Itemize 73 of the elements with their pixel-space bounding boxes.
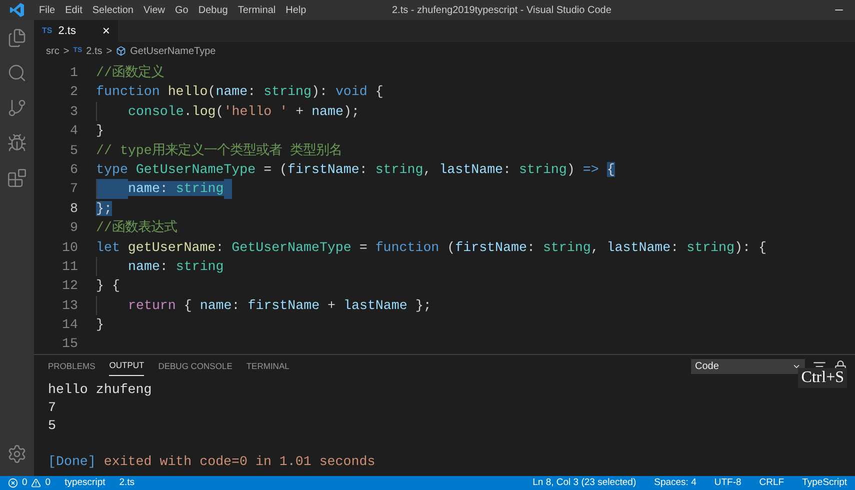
warning-count[interactable]: 0 bbox=[45, 476, 51, 490]
output-line: [Done] exited with code=0 in 1.01 seconds bbox=[48, 453, 376, 471]
branch-icon[interactable] bbox=[7, 98, 27, 118]
code-line: } bbox=[96, 316, 104, 334]
window-title: 2.ts - zhufeng2019typescript - Visual Studio Code bbox=[392, 4, 612, 18]
line-number: 9 bbox=[69, 219, 78, 238]
status-item[interactable]: UTF-8 bbox=[714, 476, 742, 490]
output-line: 7 bbox=[48, 399, 56, 417]
code-line: console.log('hello ' + name); bbox=[96, 102, 360, 122]
error-count[interactable]: 0 bbox=[22, 476, 28, 490]
menu-item[interactable]: Help bbox=[280, 2, 312, 18]
line-number: 2 bbox=[69, 83, 78, 102]
line-number: 4 bbox=[69, 122, 78, 140]
status-item[interactable]: 2.ts bbox=[119, 476, 135, 490]
panel-tab[interactable]: OUTPUT bbox=[109, 356, 144, 376]
symbol-icon bbox=[116, 46, 126, 56]
code-line: return { name: firstName + lastName }; bbox=[96, 296, 432, 316]
line-number: 6 bbox=[69, 160, 78, 179]
tab-label: 2.ts bbox=[58, 24, 76, 39]
file-type-label: TS bbox=[42, 25, 52, 37]
close-button[interactable]: × bbox=[102, 21, 110, 41]
code-line: name: string bbox=[96, 256, 224, 276]
breadcrumb-separator: > bbox=[106, 44, 112, 58]
line-number: 14 bbox=[61, 316, 78, 334]
keystroke-overlay: Ctrl+S bbox=[798, 368, 847, 388]
output-line: 5 bbox=[48, 417, 56, 435]
code-line: //函数定义 bbox=[96, 64, 164, 82]
line-number: 15 bbox=[61, 335, 78, 354]
menu-item[interactable]: Terminal bbox=[232, 2, 281, 18]
line-number: 11 bbox=[61, 258, 78, 276]
output-line: hello zhufeng bbox=[48, 381, 152, 399]
line-number: 5 bbox=[69, 142, 78, 160]
breadcrumb-separator: > bbox=[63, 44, 70, 58]
code-line: let getUserName: GetUserNameType = function (firstName: string, lastName: string): { bbox=[96, 238, 766, 257]
line-number: 12 bbox=[61, 277, 78, 296]
editor-tab[interactable]: TS 2.ts × bbox=[34, 20, 118, 42]
extensions-icon[interactable] bbox=[7, 168, 27, 188]
breadcrumb-item[interactable]: 2.ts bbox=[86, 44, 102, 58]
status-item[interactable]: Spaces: 4 bbox=[654, 476, 696, 490]
vscode-logo-icon bbox=[9, 2, 25, 18]
bug-icon[interactable] bbox=[7, 133, 27, 153]
menu-item[interactable]: File bbox=[34, 2, 60, 18]
menu-item[interactable]: View bbox=[138, 2, 170, 18]
panel-tab[interactable]: TERMINAL bbox=[246, 356, 290, 376]
files-icon[interactable] bbox=[7, 28, 27, 48]
line-number: 7 bbox=[69, 180, 78, 198]
code-line: //函数表达式 bbox=[96, 218, 177, 238]
error-icon bbox=[8, 478, 18, 488]
breadcrumb-item[interactable]: GetUserNameType bbox=[130, 44, 216, 58]
breadcrumb-item[interactable]: src bbox=[46, 44, 60, 58]
menu-item[interactable]: Selection bbox=[87, 2, 138, 18]
status-item[interactable]: CRLF bbox=[759, 476, 784, 490]
status-item[interactable]: typescript bbox=[64, 476, 106, 490]
settings-icon[interactable] bbox=[7, 444, 27, 464]
code-line: function hello(name: string): void { bbox=[96, 83, 384, 102]
line-number: 8 bbox=[69, 200, 78, 218]
status-item[interactable]: TypeScript bbox=[802, 476, 847, 490]
line-number: 10 bbox=[61, 238, 78, 257]
search-icon[interactable] bbox=[7, 63, 27, 83]
menu-item[interactable]: Debug bbox=[193, 2, 233, 18]
line-number: 13 bbox=[61, 296, 78, 315]
status-item[interactable]: Ln 8, Col 3 (23 selected) bbox=[532, 476, 636, 490]
code-line: type GetUserNameType = (firstName: string, lastName: string) => { bbox=[96, 160, 615, 179]
code-line: } bbox=[96, 122, 104, 140]
menu-item[interactable]: Edit bbox=[60, 2, 88, 18]
line-number: 1 bbox=[69, 64, 78, 82]
code-line: } { bbox=[96, 277, 120, 296]
warning-icon bbox=[31, 478, 42, 488]
panel-tab[interactable]: PROBLEMS bbox=[48, 356, 96, 376]
panel-tab[interactable]: DEBUG CONSOLE bbox=[158, 356, 232, 376]
code-line: // type用来定义一个类型或者 类型别名 bbox=[96, 142, 342, 160]
menu-item[interactable]: Go bbox=[170, 2, 194, 18]
line-number: 3 bbox=[69, 102, 78, 121]
